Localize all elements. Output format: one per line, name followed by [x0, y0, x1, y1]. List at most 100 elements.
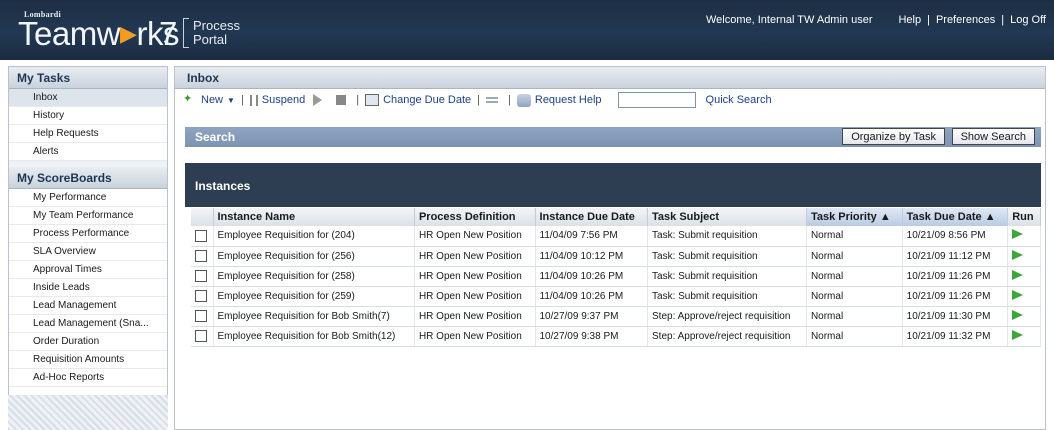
run-icon[interactable]	[1012, 229, 1024, 240]
quick-search-button[interactable]: Quick Search	[706, 94, 772, 106]
sidebar-item-sla-overview[interactable]: SLA Overview	[9, 243, 167, 261]
stop-button[interactable]	[332, 95, 350, 105]
sidebar-item-help-requests[interactable]: Help Requests	[9, 125, 167, 143]
column-header-task-subject[interactable]: Task Subject	[647, 208, 807, 226]
welcome-text: Welcome, Internal TW Admin user	[706, 14, 873, 26]
run-icon[interactable]	[1012, 309, 1024, 320]
sidebar-item-adhoc-reports[interactable]: Ad-Hoc Reports	[9, 369, 167, 387]
task-subject-cell[interactable]: Task: Submit requisition	[647, 246, 807, 267]
new-button[interactable]: New▼	[183, 92, 235, 106]
change-due-date-button[interactable]: Change Due Date	[365, 94, 471, 106]
sidebar-item-history[interactable]: History	[9, 107, 167, 125]
my-tasks-heading: My Tasks	[9, 67, 167, 89]
run-icon[interactable]	[1012, 329, 1024, 340]
bracket-divider	[183, 18, 189, 48]
sidebar-item-lead-management[interactable]: Lead Management	[9, 297, 167, 315]
brand-name-a: Teamw	[18, 15, 121, 52]
toolbar-separator: |	[356, 94, 360, 106]
top-links: Help | Preferences | Log Off	[898, 14, 1046, 26]
process-definition-cell: HR Open New Position	[414, 306, 536, 327]
table-row[interactable]: Employee Requisition for (259) HR Open N…	[191, 286, 1041, 307]
instance-name-cell[interactable]: Employee Requisition for (204)	[213, 226, 415, 247]
reassign-icon	[486, 97, 499, 103]
row-checkbox[interactable]	[195, 229, 207, 242]
run-cell	[1007, 226, 1041, 247]
task-due-date-cell: 10/21/09 11:26 PM	[902, 266, 1009, 287]
organize-by-task-button[interactable]: Organize by Task	[842, 128, 945, 145]
task-subject-cell[interactable]: Task: Submit requisition	[647, 266, 807, 287]
column-header-process-definition[interactable]: Process Definition	[414, 208, 536, 226]
resume-button[interactable]	[311, 94, 326, 106]
inbox-toolbar: New▼ | Suspend | Change Due Date | | Req…	[175, 89, 1045, 111]
inbox-title: Inbox	[175, 67, 1045, 89]
column-header-task-priority[interactable]: Task Priority ▲	[806, 208, 903, 226]
task-priority-cell: Normal	[806, 326, 903, 347]
table-row[interactable]: Employee Requisition for (204) HR Open N…	[191, 226, 1041, 247]
run-icon[interactable]	[1012, 289, 1024, 300]
row-checkbox[interactable]	[195, 290, 207, 302]
instance-due-date-cell: 11/04/09 10:26 PM	[535, 286, 649, 307]
task-subject-cell[interactable]: Task: Submit requisition	[647, 226, 807, 247]
run-icon[interactable]	[1012, 249, 1024, 260]
resume-icon	[313, 94, 323, 106]
logoff-link[interactable]: Log Off	[1010, 14, 1046, 26]
product-logo: Teamw▶rks	[18, 16, 179, 52]
help-link[interactable]: Help	[898, 14, 921, 26]
app-header: Lombardi Teamw▶rks 7 Process Portal Welc…	[0, 0, 1054, 60]
row-checkbox[interactable]	[195, 330, 207, 342]
instance-name-cell[interactable]: Employee Requisition for (258)	[213, 266, 415, 287]
column-header-instance-due-date[interactable]: Instance Due Date	[535, 208, 649, 226]
task-subject-cell[interactable]: Step: Approve/reject requisition	[647, 306, 807, 327]
sidebar-item-process-performance[interactable]: Process Performance	[9, 225, 167, 243]
sidebar: My Tasks Inbox History Help Requests Ale…	[8, 66, 168, 430]
task-due-date-cell: 10/21/09 11:12 PM	[902, 246, 1009, 267]
row-checkbox[interactable]	[195, 270, 207, 282]
table-row[interactable]: Employee Requisition for (256) HR Open N…	[191, 246, 1041, 267]
row-checkbox-cell	[191, 326, 214, 347]
sidebar-hatch-fill	[8, 395, 168, 430]
process-definition-cell: HR Open New Position	[414, 226, 536, 247]
column-header-instance-name[interactable]: Instance Name	[213, 208, 415, 226]
instance-name-cell[interactable]: Employee Requisition for Bob Smith(7)	[213, 306, 415, 327]
toolbar-separator: |	[240, 94, 244, 106]
instance-name-cell[interactable]: Employee Requisition for (256)	[213, 246, 415, 267]
column-header-task-due-date[interactable]: Task Due Date ▲	[902, 208, 1009, 226]
table-row[interactable]: Employee Requisition for Bob Smith(12) H…	[191, 326, 1041, 347]
task-subject-cell[interactable]: Step: Approve/reject requisition	[647, 326, 807, 347]
suspend-label: Suspend	[261, 94, 306, 106]
run-cell	[1007, 266, 1041, 287]
sidebar-item-inside-leads[interactable]: Inside Leads	[9, 279, 167, 297]
product-subtitle: Process Portal	[193, 19, 240, 47]
sidebar-item-order-duration[interactable]: Order Duration	[9, 333, 167, 351]
table-row[interactable]: Employee Requisition for Bob Smith(7) HR…	[191, 306, 1041, 327]
preferences-link[interactable]: Preferences	[936, 14, 995, 26]
row-checkbox[interactable]	[195, 310, 207, 322]
sidebar-item-team-performance[interactable]: My Team Performance	[9, 207, 167, 225]
row-checkbox[interactable]	[195, 250, 207, 262]
sidebar-item-approval-times[interactable]: Approval Times	[9, 261, 167, 279]
request-help-button[interactable]: Request Help	[516, 93, 602, 107]
run-cell	[1007, 326, 1041, 347]
sidebar-item-my-performance[interactable]: My Performance	[9, 189, 167, 207]
process-definition-cell: HR Open New Position	[414, 286, 536, 307]
run-icon[interactable]	[1012, 269, 1024, 280]
link-separator: |	[1001, 14, 1005, 26]
instance-name-cell[interactable]: Employee Requisition for Bob Smith(12)	[213, 326, 415, 347]
quick-search-input[interactable]	[617, 92, 696, 108]
sidebar-item-lead-management-snapshot[interactable]: Lead Management (Sna...	[9, 315, 167, 333]
suspend-button[interactable]: Suspend	[249, 94, 306, 106]
row-checkbox-cell	[191, 266, 214, 287]
instance-name-cell[interactable]: Employee Requisition for (259)	[213, 286, 415, 307]
task-subject-cell[interactable]: Task: Submit requisition	[647, 286, 807, 307]
calendar-icon	[365, 94, 380, 106]
instances-section-title: Instances	[195, 179, 251, 193]
logo-arrow-icon: ▶	[120, 21, 137, 46]
sidebar-item-inbox[interactable]: Inbox	[9, 89, 167, 107]
sidebar-item-requisition-amounts[interactable]: Requisition Amounts	[9, 351, 167, 369]
search-section-title: Search	[195, 130, 236, 144]
show-search-button[interactable]: Show Search	[951, 128, 1035, 145]
table-row[interactable]: Employee Requisition for (258) HR Open N…	[191, 266, 1041, 287]
reassign-button[interactable]	[486, 97, 502, 103]
run-cell	[1007, 286, 1041, 307]
sidebar-item-alerts[interactable]: Alerts	[9, 143, 167, 161]
